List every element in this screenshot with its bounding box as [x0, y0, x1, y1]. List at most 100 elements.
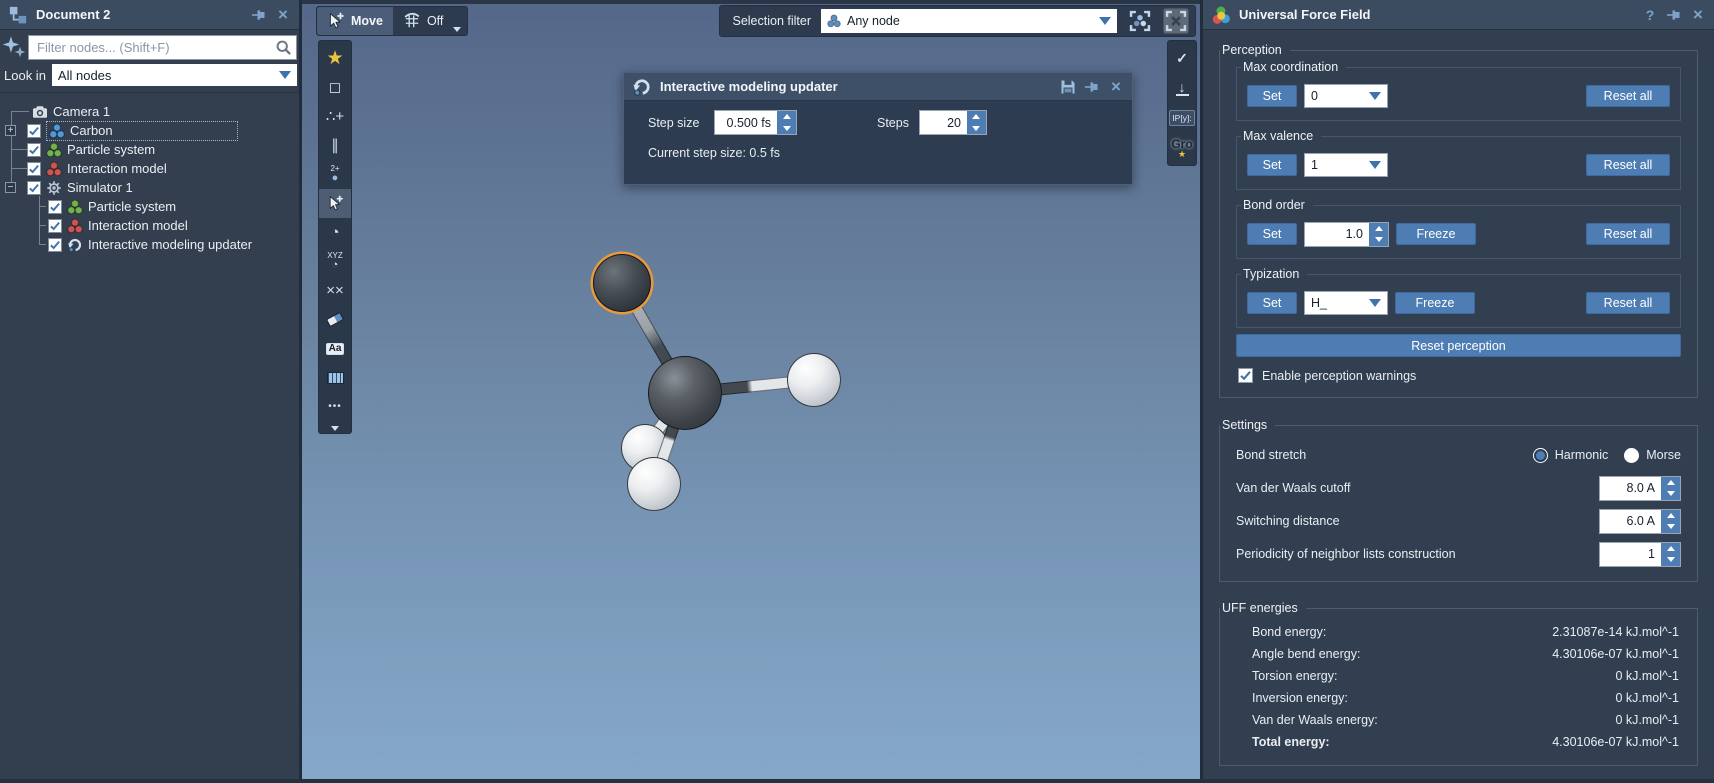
steps-spinbox[interactable]: 20	[919, 110, 987, 135]
atom-hydrogen-right[interactable]	[787, 353, 841, 407]
save-icon[interactable]	[1060, 79, 1076, 95]
eraser-tool[interactable]	[319, 305, 351, 334]
chevron-down-icon[interactable]	[331, 426, 339, 431]
steps-label: Steps	[877, 116, 909, 130]
radio-unselected-icon[interactable]	[1624, 448, 1639, 463]
periodicity-spinbox[interactable]: 1	[1599, 542, 1681, 567]
spin-up-icon[interactable]	[967, 111, 986, 123]
bond-tool[interactable]: ∥	[319, 131, 351, 160]
close-icon[interactable]: ×	[1108, 79, 1124, 95]
move-tool-active[interactable]	[319, 189, 351, 218]
spin-up-icon[interactable]	[1661, 477, 1680, 489]
checkbox-checked[interactable]	[27, 162, 41, 176]
interaction-model-icon	[46, 161, 62, 177]
checkbox-checked[interactable]	[27, 124, 41, 138]
updater-panel-header[interactable]: Interactive modeling updater ×	[624, 73, 1132, 101]
move-mode-button[interactable]: Move	[317, 7, 393, 35]
tree-node-interaction-model[interactable]: Interaction model	[0, 159, 299, 178]
gromacs-wizard-button[interactable]: Gro ★	[1169, 135, 1195, 161]
max-coordination-dropdown[interactable]: 0	[1304, 84, 1388, 108]
chevron-down-icon[interactable]	[453, 27, 461, 32]
spin-down-icon[interactable]	[1661, 488, 1680, 500]
import-structure-button[interactable]: ↓	[1169, 75, 1195, 101]
checkbox-checked[interactable]	[27, 181, 41, 195]
reset-all-button[interactable]: Reset all	[1586, 154, 1670, 176]
spin-up-icon[interactable]	[1661, 510, 1680, 522]
spin-down-icon[interactable]	[777, 123, 796, 135]
search-icon[interactable]	[275, 39, 292, 59]
spin-up-icon[interactable]	[1369, 223, 1388, 235]
more-tools-button[interactable]: •••	[319, 392, 351, 421]
radio-harmonic[interactable]: Harmonic	[1533, 448, 1609, 463]
tree-node-sim-particle-system[interactable]: Particle system	[0, 197, 299, 216]
grid-snap-button[interactable]: Off	[393, 7, 453, 35]
checkbox-checked[interactable]	[48, 238, 62, 252]
spin-down-icon[interactable]	[1661, 521, 1680, 533]
atom-carbon-central[interactable]	[648, 356, 722, 430]
filter-row	[2, 34, 297, 61]
spin-up-icon[interactable]	[1661, 543, 1680, 555]
selection-filter-dropdown[interactable]: Any node	[821, 9, 1117, 33]
set-button[interactable]: Set	[1247, 223, 1297, 245]
expand-icon[interactable]: +	[5, 125, 16, 136]
set-button[interactable]: Set	[1247, 292, 1297, 314]
reset-all-button[interactable]: Reset all	[1586, 223, 1670, 245]
tree-node-particle-system[interactable]: Particle system	[0, 140, 299, 159]
radio-selected-icon[interactable]	[1533, 448, 1548, 463]
pin-icon[interactable]	[251, 7, 267, 23]
help-icon[interactable]: ?	[1642, 7, 1658, 23]
tree-node-simulator[interactable]: − Simulator 1	[0, 178, 299, 197]
switching-distance-spinbox[interactable]: 6.0 A	[1599, 509, 1681, 534]
sparkle-icon[interactable]	[2, 34, 26, 61]
charge-tool[interactable]: 2+●	[319, 160, 351, 189]
vdw-cutoff-spinbox[interactable]: 8.0 A	[1599, 476, 1681, 501]
typization-group: Typization Set H_ Freeze Reset all	[1236, 274, 1681, 328]
atom-hydrogen-front[interactable]	[627, 457, 681, 511]
bond-order-spinbox[interactable]: 1.0	[1304, 222, 1389, 247]
check-structure-button[interactable]: ✓	[1169, 45, 1195, 71]
collapse-icon[interactable]: −	[5, 182, 16, 193]
checkbox-checked[interactable]	[48, 219, 62, 233]
reset-all-button[interactable]: Reset all	[1586, 85, 1670, 107]
freeze-button[interactable]: Freeze	[1395, 292, 1475, 314]
xyz-gauge-tool[interactable]: XYZ◔	[319, 247, 351, 276]
max-valence-dropdown[interactable]: 1	[1304, 153, 1388, 177]
spin-down-icon[interactable]	[1661, 554, 1680, 566]
spin-down-icon[interactable]	[967, 123, 986, 135]
checkbox-checked[interactable]	[27, 143, 41, 157]
ipython-console-button[interactable]: IP[y]:	[1169, 105, 1195, 131]
set-button[interactable]: Set	[1247, 154, 1297, 176]
tree-node-carbon[interactable]: + Carbon	[0, 121, 299, 140]
close-icon[interactable]: ×	[275, 7, 291, 23]
tree-node-camera[interactable]: Camera 1	[0, 102, 299, 121]
set-button[interactable]: Set	[1247, 85, 1297, 107]
viewport-3d[interactable]: Move Off Selection filter Any node	[302, 0, 1200, 779]
atom-carbon-selected[interactable]	[593, 254, 651, 312]
spin-up-icon[interactable]	[777, 111, 796, 123]
reset-perception-button[interactable]: Reset perception	[1236, 334, 1681, 357]
rectangle-select-tool[interactable]: ◻	[319, 73, 351, 102]
pin-icon[interactable]	[1084, 79, 1100, 95]
select-filtered-nodes-button[interactable]	[1127, 8, 1153, 34]
look-in-dropdown[interactable]: All nodes	[52, 64, 297, 86]
pin-icon[interactable]	[1666, 7, 1682, 23]
text-label-tool[interactable]: Aa	[319, 334, 351, 363]
radio-morse[interactable]: Morse	[1624, 448, 1681, 463]
tree-node-sim-interaction-model[interactable]: Interaction model	[0, 216, 299, 235]
presets-star-tool[interactable]: ★	[319, 44, 351, 73]
filter-nodes-input[interactable]	[28, 35, 297, 60]
deselect-nodes-button[interactable]	[1163, 8, 1189, 34]
close-icon[interactable]: ×	[1690, 7, 1706, 23]
checkbox-checked[interactable]	[48, 200, 62, 214]
typization-dropdown[interactable]: H_	[1304, 291, 1388, 315]
rotate-gauge-tool[interactable]: ◔	[319, 218, 351, 247]
ruler-tool[interactable]	[319, 363, 351, 392]
add-atoms-tool[interactable]: ∴+	[319, 102, 351, 131]
tree-node-updater[interactable]: Interactive modeling updater	[0, 235, 299, 254]
freeze-button[interactable]: Freeze	[1396, 223, 1476, 245]
step-size-spinbox[interactable]: 0.500 fs	[714, 110, 797, 135]
spin-down-icon[interactable]	[1369, 234, 1388, 246]
enable-warnings-checkbox[interactable]	[1238, 368, 1253, 383]
twister-tool[interactable]: ××	[319, 276, 351, 305]
reset-all-button[interactable]: Reset all	[1586, 292, 1670, 314]
